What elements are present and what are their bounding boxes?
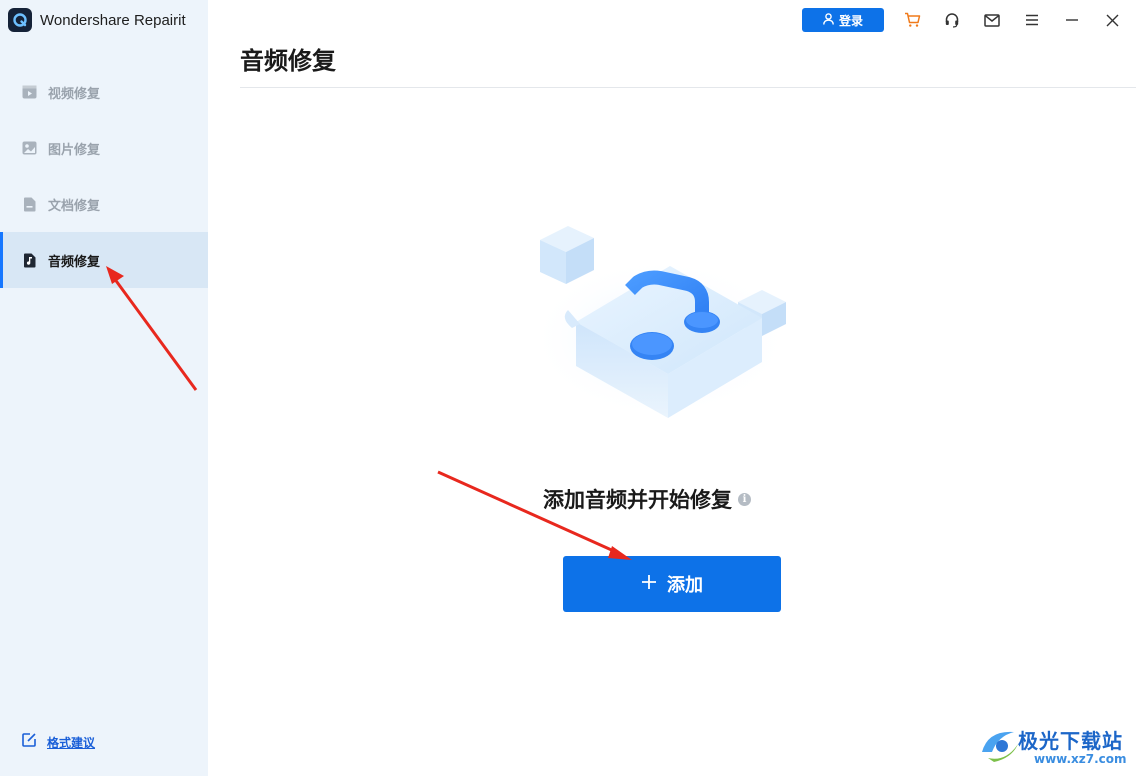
app-logo-icon (8, 8, 32, 32)
app-title: Wondershare Repairit (40, 11, 186, 29)
close-icon[interactable] (1102, 10, 1122, 30)
login-button[interactable]: 登录 (802, 8, 884, 32)
sidebar-item-label: 文档修复 (48, 198, 101, 214)
add-button-label: 添加 (667, 575, 703, 596)
page-title: 音频修复 (240, 47, 336, 75)
minimize-icon[interactable] (1062, 10, 1082, 30)
format-suggestion-link[interactable]: 格式建议 (21, 732, 95, 752)
image-icon (21, 140, 37, 156)
feedback-label: 格式建议 (47, 735, 96, 750)
document-icon (21, 196, 37, 212)
watermark-url: www.xz7.com (1034, 752, 1127, 766)
header-divider (240, 87, 1136, 88)
sidebar-item-label: 音频修复 (48, 254, 101, 270)
sidebar-nav: 视频修复 图片修复 文档修复 音频修复 (0, 64, 208, 288)
headset-icon[interactable] (942, 10, 962, 30)
login-label: 登录 (838, 13, 863, 28)
video-icon (21, 84, 37, 100)
app-header: Wondershare Repairit (8, 8, 186, 32)
plus-icon (641, 573, 657, 595)
info-icon[interactable]: i (738, 492, 751, 506)
sidebar-item-label: 图片修复 (48, 142, 101, 158)
add-audio-prompt: 添加音频并开始修复 i (543, 484, 751, 514)
cart-icon[interactable] (902, 10, 922, 30)
sidebar-item-image-repair[interactable]: 图片修复 (0, 120, 208, 176)
sidebar-item-video-repair[interactable]: 视频修复 (0, 64, 208, 120)
sidebar-item-document-repair[interactable]: 文档修复 (0, 176, 208, 232)
watermark-name: 极光下载站 (1018, 729, 1123, 753)
add-button[interactable]: 添加 (563, 556, 781, 612)
sidebar: Wondershare Repairit 视频修复 图片修复 文档修复 音频修复 (0, 0, 208, 776)
user-icon (823, 12, 834, 28)
sidebar-item-label: 视频修复 (48, 86, 101, 102)
prompt-text: 添加音频并开始修复 (543, 488, 732, 512)
sidebar-item-audio-repair[interactable]: 音频修复 (0, 232, 208, 288)
edit-icon (21, 732, 37, 752)
music-note-icon (21, 252, 37, 268)
mail-icon[interactable] (982, 10, 1002, 30)
audio-illustration (520, 218, 800, 428)
menu-icon[interactable] (1022, 10, 1042, 30)
